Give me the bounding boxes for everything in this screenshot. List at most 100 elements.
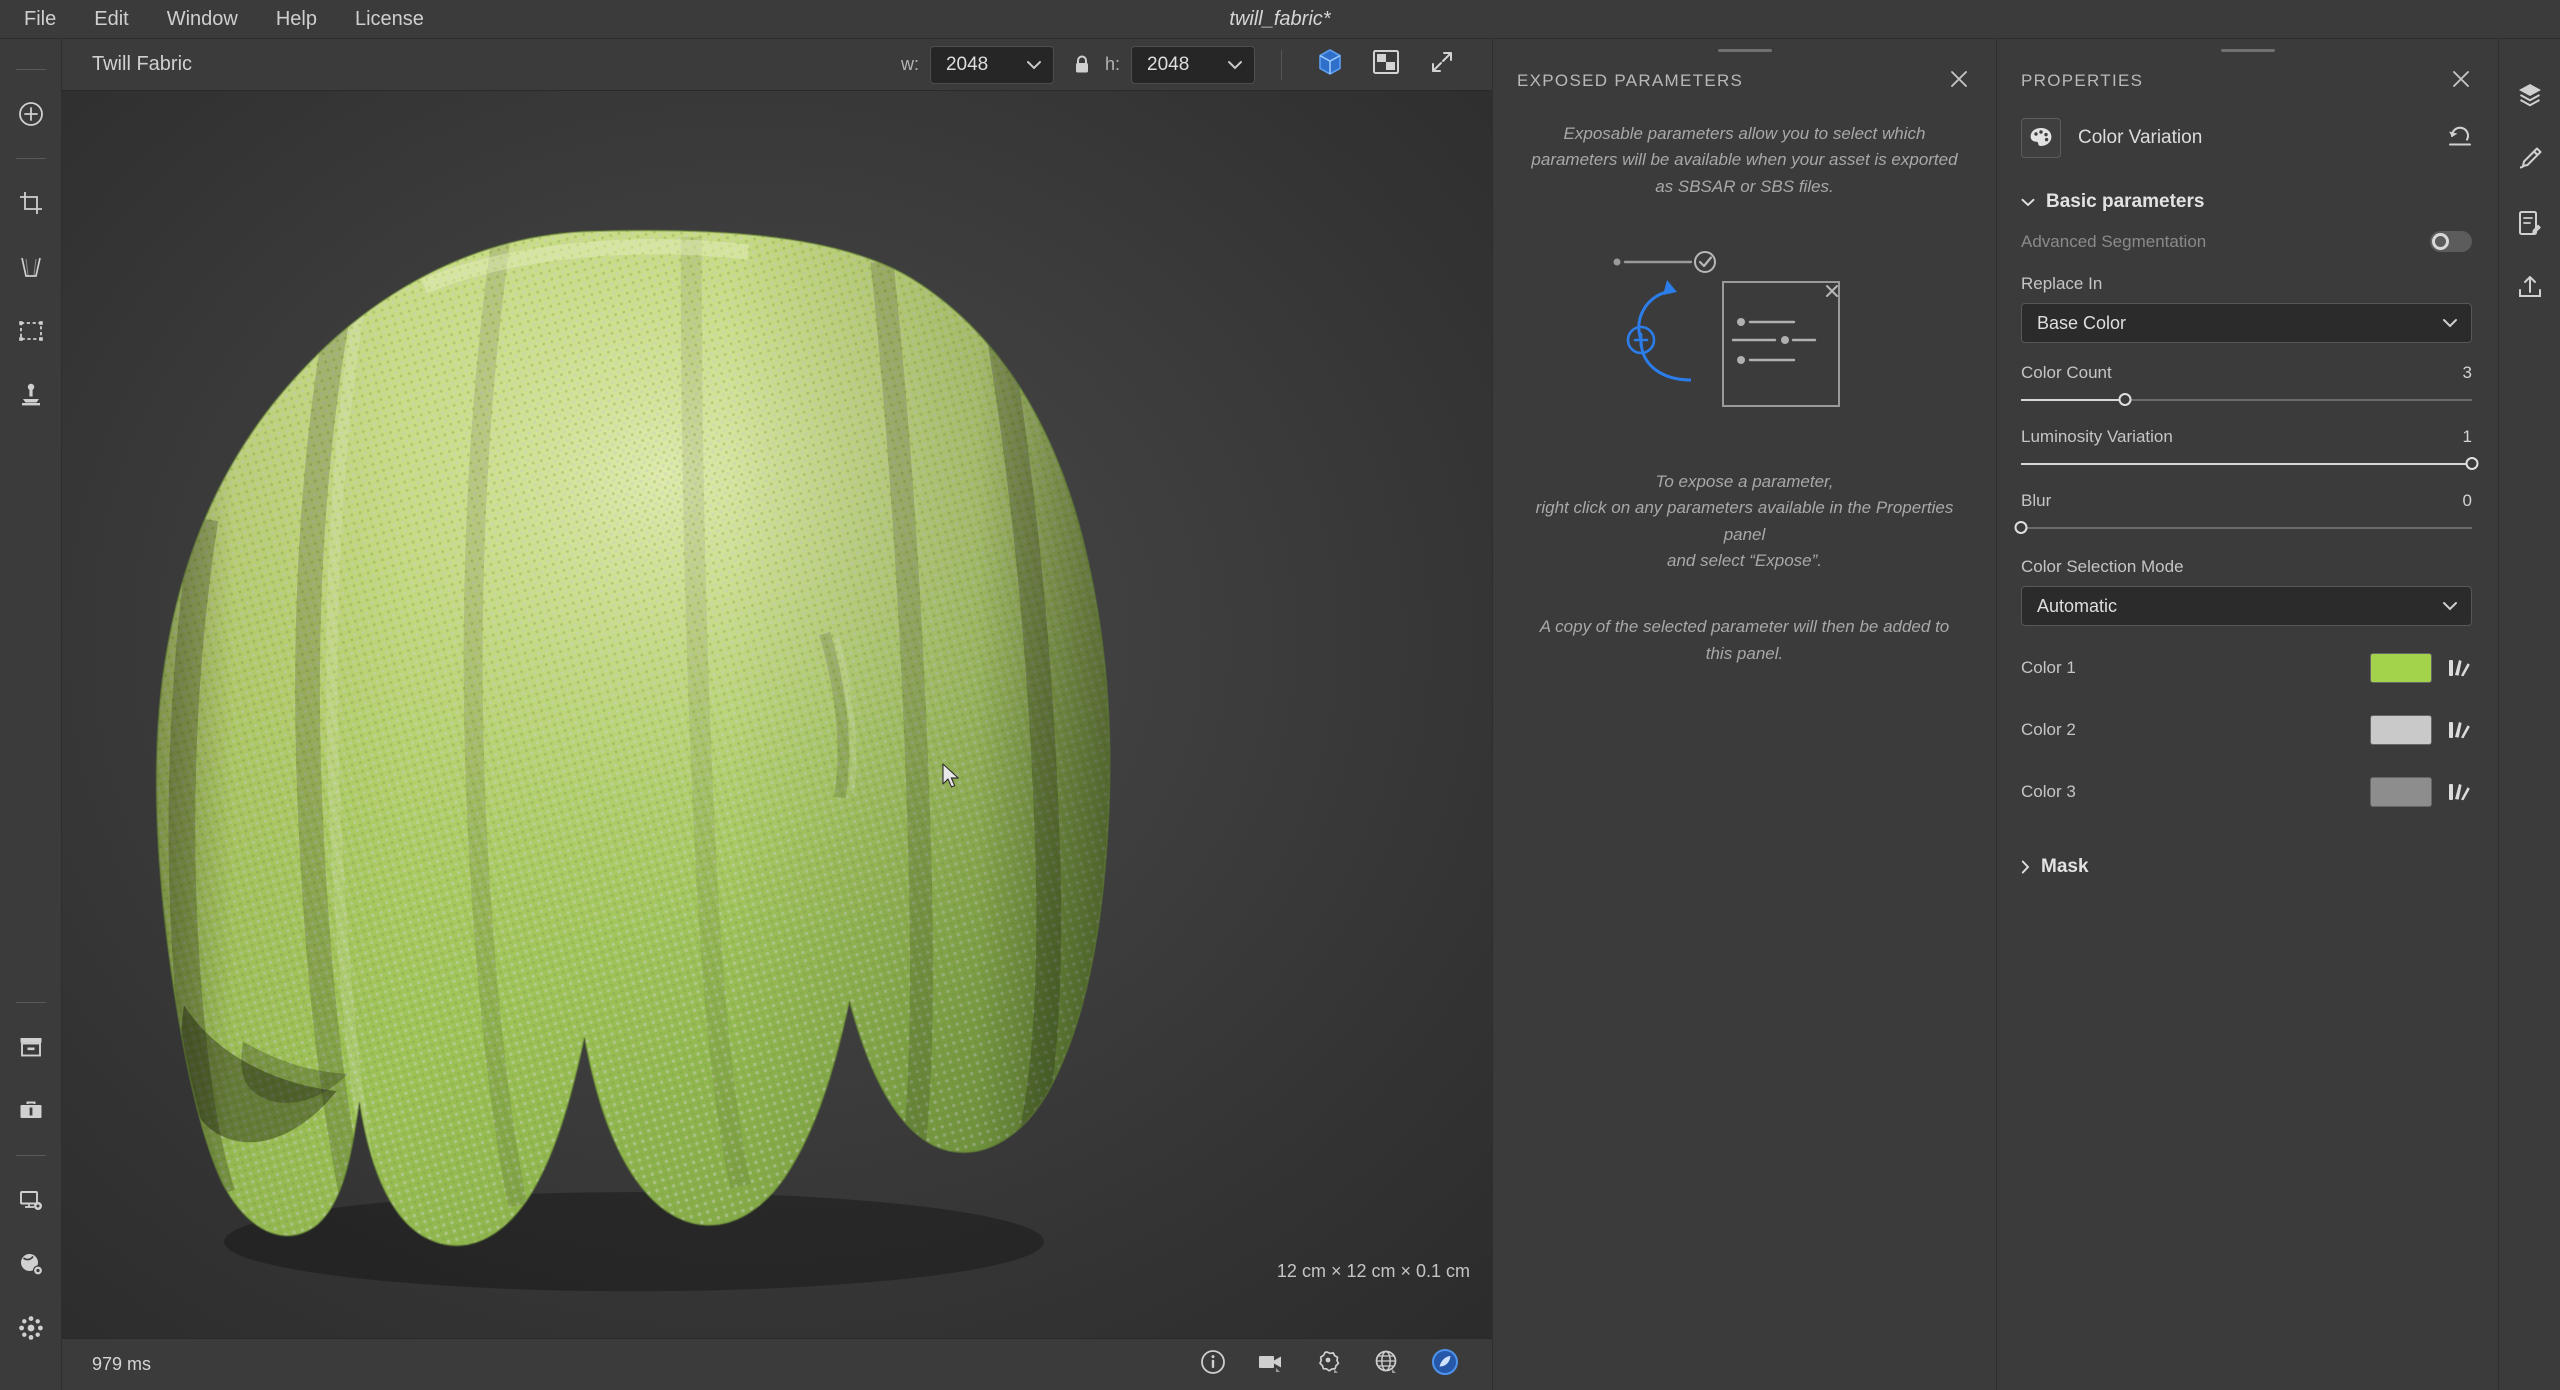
color-count-label: Color Count bbox=[2021, 363, 2112, 382]
color-count-value: 3 bbox=[2462, 363, 2472, 382]
display-settings-tool[interactable] bbox=[9, 1178, 53, 1222]
toolbar-divider bbox=[15, 1155, 46, 1156]
slider-knob[interactable] bbox=[2465, 457, 2479, 470]
menu-edit[interactable]: Edit bbox=[78, 0, 144, 39]
section-mask[interactable]: Mask bbox=[2021, 856, 2472, 878]
environment-icon bbox=[1373, 1349, 1401, 1380]
info-button[interactable] bbox=[1190, 1342, 1236, 1388]
color-3-label: Color 3 bbox=[2021, 782, 2076, 801]
properties-node-row: Color Variation bbox=[1997, 107, 2498, 169]
environment-settings-tool[interactable] bbox=[9, 1242, 53, 1286]
color-3-row: Color 3 bbox=[2021, 772, 2472, 812]
viewport-tab-twill-fabric[interactable]: Twill Fabric bbox=[92, 53, 192, 76]
perspective-tool[interactable] bbox=[9, 245, 53, 289]
reset-arrow-icon bbox=[2447, 125, 2473, 152]
crop-tool[interactable] bbox=[9, 181, 53, 225]
properties-panel-icon bbox=[2516, 209, 2544, 237]
render-time: 979 ms bbox=[92, 1354, 152, 1374]
camera-icon bbox=[1257, 1349, 1285, 1380]
selection-tool[interactable] bbox=[9, 309, 53, 353]
mesh-dimensions: 12 cm × 12 cm × 0.1 cm bbox=[1276, 1261, 1470, 1281]
section-basic-parameters[interactable]: Basic parameters bbox=[2021, 191, 2472, 213]
color-count-slider[interactable] bbox=[2021, 393, 2472, 407]
section-basic-parameters-label: Basic parameters bbox=[2046, 191, 2205, 212]
add-node-tool[interactable] bbox=[9, 92, 53, 136]
color-selection-mode-value: Automatic bbox=[2037, 595, 2118, 616]
tonemapping-button[interactable] bbox=[1422, 1342, 1468, 1388]
expand-viewport-button[interactable] bbox=[1422, 45, 1462, 85]
blur-label: Blur bbox=[2021, 491, 2052, 510]
color-selection-mode-dropdown[interactable]: Automatic bbox=[2021, 586, 2472, 626]
advanced-segmentation-label: Advanced Segmentation bbox=[2021, 231, 2207, 251]
export-icon bbox=[2516, 273, 2544, 301]
exposed-parameters-header: EXPOSED PARAMETERS bbox=[1493, 55, 1996, 107]
height-select[interactable]: 2048 bbox=[1131, 45, 1255, 84]
slider-knob[interactable] bbox=[2118, 393, 2132, 406]
slider-knob[interactable] bbox=[2014, 521, 2028, 534]
expand-arrows-icon bbox=[1429, 49, 1455, 80]
library-tool[interactable] bbox=[9, 1025, 53, 1069]
chevron-down-icon bbox=[2021, 198, 2035, 207]
camera-button[interactable] bbox=[1248, 1342, 1294, 1388]
close-properties-button[interactable] bbox=[2446, 66, 2476, 96]
expose-illustration bbox=[1605, 240, 1885, 435]
reset-parameters-button[interactable] bbox=[2444, 122, 2476, 154]
color-1-swatch[interactable] bbox=[2370, 653, 2432, 683]
menu-file[interactable]: File bbox=[8, 0, 72, 39]
3d-viewport[interactable]: 12 cm × 12 cm × 0.1 cm bbox=[62, 91, 1492, 1338]
plugins-tool[interactable] bbox=[9, 1306, 53, 1350]
color-selection-mode-label: Color Selection Mode bbox=[2021, 557, 2184, 576]
toggle-knob bbox=[2432, 233, 2449, 250]
panel-drag-handle[interactable] bbox=[2220, 49, 2275, 52]
toolbar-divider bbox=[15, 158, 46, 159]
brush-icon bbox=[2516, 145, 2544, 173]
blur-slider[interactable] bbox=[2014, 521, 2472, 535]
archive-box-icon bbox=[18, 1034, 44, 1060]
color-picker-icon[interactable] bbox=[2446, 717, 2472, 743]
slider-fill bbox=[2021, 399, 2125, 401]
view-mode-3d-button[interactable] bbox=[1310, 45, 1350, 85]
material-button[interactable] bbox=[1306, 1342, 1352, 1388]
color-picker-icon[interactable] bbox=[2446, 655, 2472, 681]
color-2-swatch[interactable] bbox=[2370, 715, 2432, 745]
properties-header: PROPERTIES bbox=[1997, 55, 2498, 107]
cloth-render bbox=[62, 91, 1492, 1338]
toolbar-divider bbox=[15, 1002, 46, 1003]
export-panel-button[interactable] bbox=[2508, 265, 2552, 309]
view-mode-2d-button[interactable] bbox=[1366, 45, 1406, 85]
close-exposed-parameters-button[interactable] bbox=[1944, 66, 1974, 96]
layers-panel-button[interactable] bbox=[2508, 73, 2552, 117]
color-3-swatch[interactable] bbox=[2370, 777, 2432, 807]
width-select[interactable]: 2048 bbox=[929, 45, 1054, 84]
section-mask-label: Mask bbox=[2041, 856, 2089, 877]
replace-in-value: Base Color bbox=[2037, 312, 2127, 333]
blur-block: Blur 0 bbox=[2014, 491, 2472, 535]
luminosity-variation-block: Luminosity Variation 1 bbox=[2021, 427, 2479, 471]
main-body: Twill Fabric w: 2048 h: 2048 12 cm × 12 … bbox=[0, 39, 2560, 1390]
checkerboard-2d-icon bbox=[1372, 48, 1400, 81]
menu-help[interactable]: Help bbox=[260, 0, 333, 39]
tonemapping-icon bbox=[1431, 1348, 1459, 1381]
expose-hint-secondary: A copy of the selected parameter will th… bbox=[1539, 617, 1950, 663]
menu-window[interactable]: Window bbox=[151, 0, 254, 39]
lock-closed-icon[interactable] bbox=[1073, 54, 1091, 76]
cube-3d-icon bbox=[1315, 47, 1345, 82]
crop-icon bbox=[18, 190, 44, 216]
color-picker-icon[interactable] bbox=[2446, 779, 2472, 805]
info-icon bbox=[1200, 1349, 1226, 1380]
clone-stamp-icon bbox=[18, 382, 44, 408]
toolbox-tool[interactable] bbox=[9, 1089, 53, 1133]
replace-in-dropdown[interactable]: Base Color bbox=[2021, 303, 2472, 343]
advanced-segmentation-toggle[interactable] bbox=[2430, 231, 2472, 252]
menu-license[interactable]: License bbox=[339, 0, 440, 39]
replace-in-label: Replace In bbox=[2021, 274, 2103, 293]
clone-stamp-tool[interactable] bbox=[9, 373, 53, 417]
properties-panel-button[interactable] bbox=[2508, 201, 2552, 245]
environment-button[interactable] bbox=[1364, 1342, 1410, 1388]
panel-drag-handle[interactable] bbox=[1717, 49, 1772, 52]
luminosity-variation-slider[interactable] bbox=[2021, 457, 2479, 471]
viewport-toolbar: Twill Fabric w: 2048 h: 2048 bbox=[62, 39, 1492, 91]
brush-panel-button[interactable] bbox=[2508, 137, 2552, 181]
exposed-parameters-panel: EXPOSED PARAMETERS Exposable parameters … bbox=[1492, 39, 1996, 1390]
viewport-status-icons bbox=[1178, 1342, 1468, 1388]
